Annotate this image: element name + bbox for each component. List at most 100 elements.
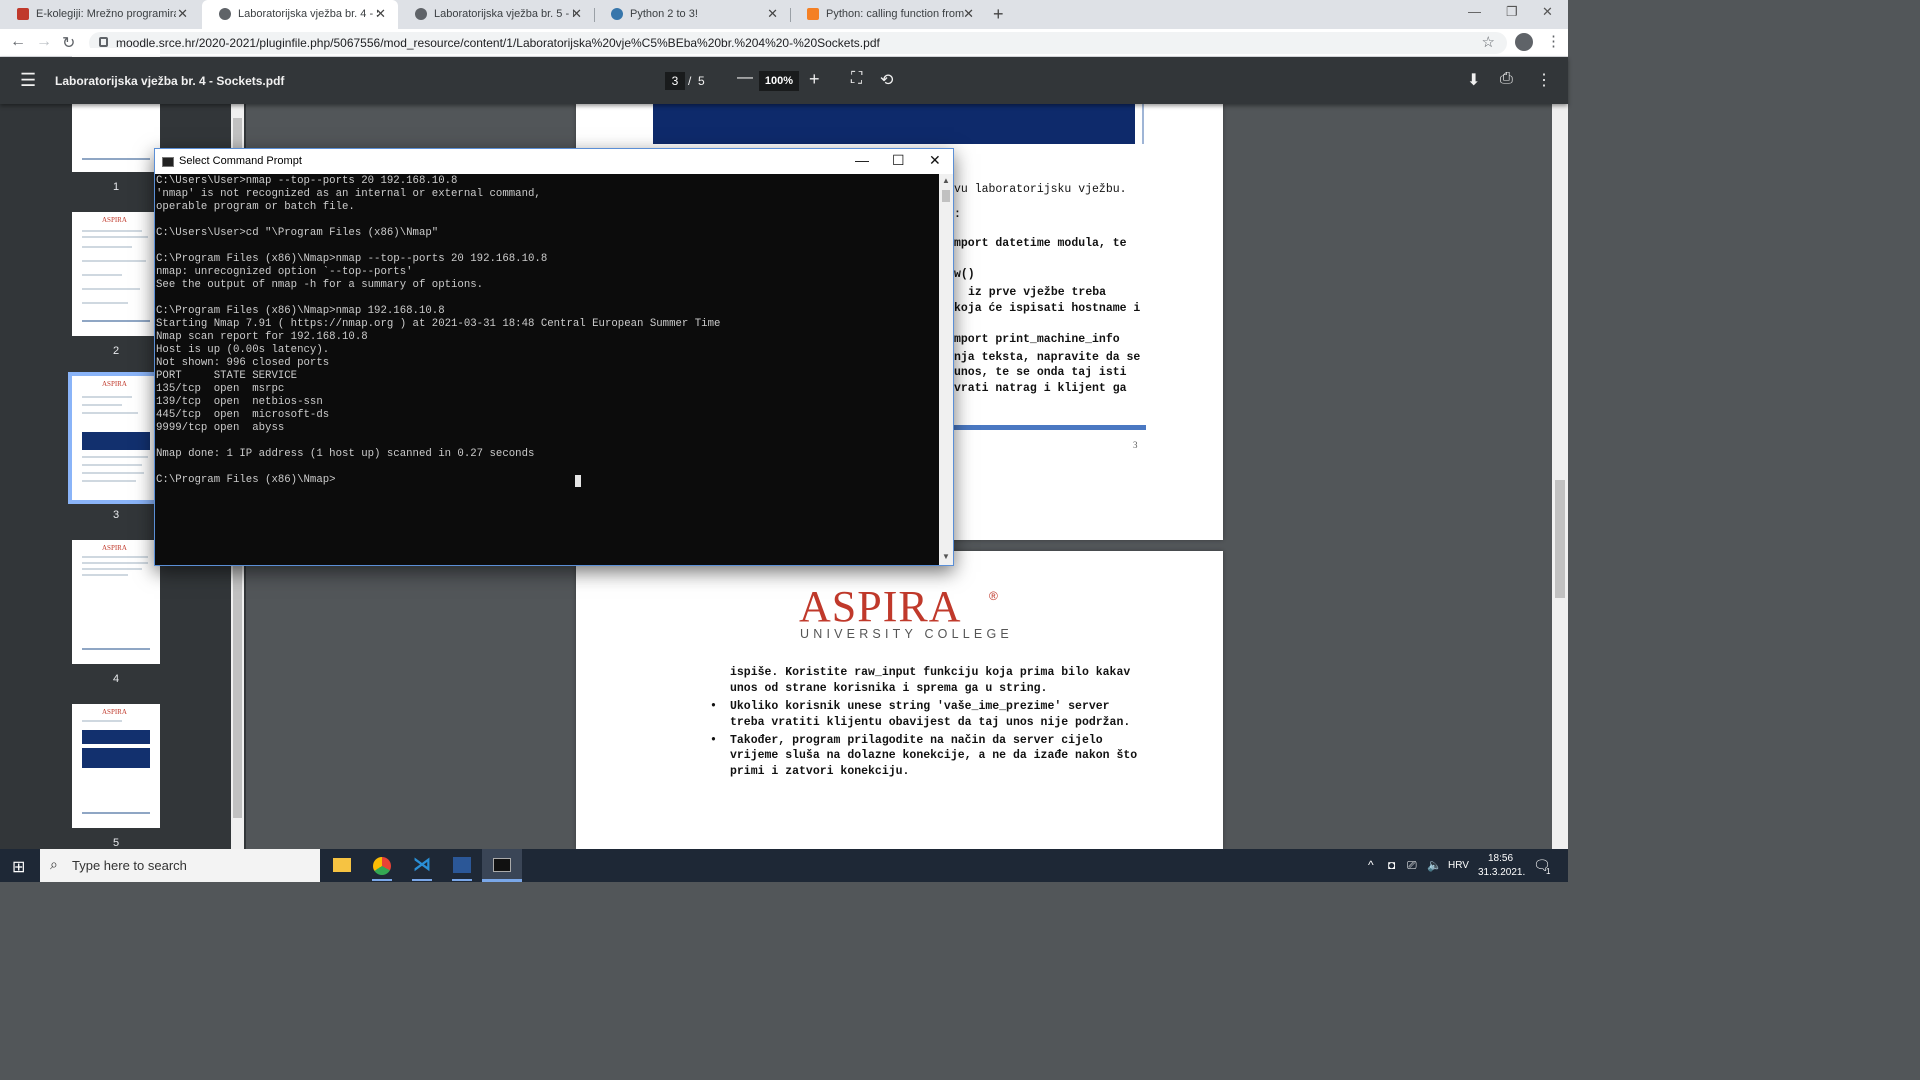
page3-text-line: nja teksta, napravite da se <box>954 351 1141 364</box>
powershell-app[interactable] <box>442 849 482 882</box>
cmd-window-title: Select Command Prompt <box>179 155 302 167</box>
more-actions-icon[interactable]: ⋮ <box>1536 70 1552 90</box>
aspira-logo-thumb: ASPIRA <box>102 708 127 716</box>
cmd-icon <box>493 858 511 872</box>
zoom-level-input[interactable]: 100% <box>759 71 799 91</box>
text-cursor <box>575 475 581 487</box>
command-prompt-app[interactable] <box>482 849 522 882</box>
minimize-icon[interactable]: — <box>1468 4 1481 19</box>
vscode-app[interactable]: ⋊ <box>402 849 442 882</box>
page4-text-line: unos od strane korisnika i sprema ga u s… <box>730 682 1048 695</box>
windows-start-icon[interactable]: ⊞ <box>12 857 25 877</box>
file-explorer-app[interactable] <box>322 849 362 882</box>
rotate-icon[interactable]: ⟲ <box>880 70 893 90</box>
input-language[interactable]: HRV <box>1448 860 1469 871</box>
download-icon[interactable]: ⬇ <box>1467 70 1480 90</box>
bullet-line: vrijeme sluša na dolazne konekcije, a ne… <box>730 749 1138 762</box>
aspira-logo-thumb: ASPIRA <box>102 216 127 224</box>
page3-text-line: iz prve vježbe treba <box>968 286 1107 299</box>
scroll-down-icon[interactable]: ▼ <box>942 552 950 561</box>
windows-taskbar: ⊞ ⌕ Type here to search ⋊ ^ ◘ ⎚ 🔈 HRV 18… <box>0 849 1568 882</box>
aspira-logo-subtitle: UNIVERSITY COLLEGE <box>800 627 1013 641</box>
new-tab-icon[interactable]: + <box>993 4 1004 25</box>
browser-menu-icon[interactable]: ⋮ <box>1546 32 1561 50</box>
thumbnail-label: 1 <box>112 181 120 193</box>
scrollbar-thumb[interactable] <box>942 190 950 202</box>
tab-title: Laboratorijska vježba br. 4 - Sockets.pd… <box>238 8 378 20</box>
tab-title: E-kolegiji: Mrežno programiranje <box>36 8 176 20</box>
close-window-icon[interactable]: ✕ <box>1542 4 1553 20</box>
pdf-filename: Laboratorijska vježba br. 4 - Sockets.pd… <box>55 74 285 88</box>
thumbnail-page-2[interactable]: ASPIRA <box>72 212 160 336</box>
maximize-icon[interactable]: ☐ <box>892 152 905 169</box>
chrome-app[interactable] <box>362 849 402 882</box>
command-prompt-window[interactable]: Select Command Prompt — ☐ ✕ C:\Users\Use… <box>154 148 954 566</box>
tab-python-2-to-3[interactable]: Python 2 to 3! ✕ <box>594 0 790 29</box>
thumbnail-label: 2 <box>112 345 120 357</box>
close-tab-icon[interactable]: ✕ <box>571 6 582 22</box>
bookmark-star-icon[interactable]: ☆ <box>1482 33 1495 51</box>
close-tab-icon[interactable]: ✕ <box>767 6 778 22</box>
document-scrollbar[interactable] <box>1552 104 1568 849</box>
page4-text-line: ispiše. Koristite raw_input funkciju koj… <box>730 666 1131 679</box>
page3-text-line: mport datetime modula, te <box>954 237 1127 250</box>
thumbnail-page-5[interactable]: ASPIRA <box>72 704 160 828</box>
restore-icon[interactable]: ❐ <box>1506 4 1518 20</box>
profile-avatar-icon[interactable] <box>1515 33 1533 51</box>
tab-lab5[interactable]: Laboratorijska vježba br. 5 - Implementa… <box>398 0 594 29</box>
thumbnail-label: 5 <box>112 837 120 849</box>
meet-now-icon[interactable]: ◘ <box>1388 858 1395 872</box>
bullet-icon: • <box>710 700 717 713</box>
network-icon[interactable]: ⎚ <box>1407 858 1417 873</box>
thumbnail-page-3[interactable]: ASPIRA <box>68 372 164 504</box>
clock-time[interactable]: 18:56 <box>1488 853 1513 864</box>
page-number-input[interactable]: 3 <box>665 72 685 90</box>
code-block-border <box>1142 104 1144 144</box>
back-icon[interactable]: ← <box>10 33 26 51</box>
powershell-icon <box>453 857 471 873</box>
taskbar-search[interactable]: ⌕ Type here to search <box>40 849 320 882</box>
search-icon: ⌕ <box>50 856 58 872</box>
fit-to-page-icon[interactable]: ⛶ <box>851 70 862 88</box>
cmd-title-bar[interactable]: Select Command Prompt — ☐ ✕ <box>155 149 953 174</box>
tab-python-calling-function[interactable]: Python: calling function from imported f… <box>790 0 986 29</box>
vscode-icon: ⋊ <box>413 854 431 874</box>
cmd-app-icon <box>162 157 174 167</box>
page3-text-line: w() <box>954 268 975 281</box>
clock-date[interactable]: 31.3.2021. <box>1478 867 1525 878</box>
print-icon[interactable]: ⎙ <box>1500 70 1513 88</box>
url-text[interactable]: moodle.srce.hr/2020-2021/pluginfile.php/… <box>116 36 880 50</box>
close-tab-icon[interactable]: ✕ <box>375 6 386 22</box>
globe-icon <box>415 8 427 20</box>
bullet-line: Ukoliko korisnik unese string 'vaše_ime_… <box>730 700 1110 713</box>
zoom-out-icon[interactable]: — <box>737 69 753 87</box>
page-number: 3 <box>1133 440 1138 450</box>
thumbnail-page-4[interactable]: ASPIRA <box>72 540 160 664</box>
folder-icon <box>333 858 351 872</box>
bullet-line: treba vratiti klijentu obavijest da taj … <box>730 716 1131 729</box>
close-tab-icon[interactable]: ✕ <box>177 6 188 22</box>
volume-icon[interactable]: 🔈 <box>1427 858 1442 872</box>
tab-lab4-sockets[interactable]: Laboratorijska vježba br. 4 - Sockets.pd… <box>202 0 398 29</box>
zoom-in-icon[interactable]: + <box>809 69 820 90</box>
forward-icon[interactable]: → <box>36 33 52 51</box>
search-placeholder: Type here to search <box>72 858 187 873</box>
console-output[interactable]: C:\Users\User>nmap --top--ports 20 192.1… <box>155 174 939 565</box>
tab-title: Python: calling function from imported f… <box>826 8 966 20</box>
show-hidden-icons-icon[interactable]: ^ <box>1368 858 1374 872</box>
hamburger-menu-icon[interactable]: ☰ <box>20 70 36 91</box>
scroll-up-icon[interactable]: ▲ <box>942 176 950 185</box>
cmd-scrollbar[interactable]: ▲ ▼ <box>939 174 953 565</box>
tab-e-kolegiji[interactable]: E-kolegiji: Mrežno programiranje ✕ <box>0 0 200 29</box>
aspira-logo-thumb: ASPIRA <box>102 544 127 552</box>
scrollbar-thumb[interactable] <box>1555 480 1565 598</box>
notification-count: 1 <box>1546 867 1551 876</box>
address-bar[interactable]: moodle.srce.hr/2020-2021/pluginfile.php/… <box>89 32 1507 54</box>
pdf-toolbar: ☰ Laboratorijska vježba br. 4 - Sockets.… <box>0 57 1568 104</box>
moodle-favicon-icon <box>17 8 29 20</box>
close-icon[interactable]: ✕ <box>929 152 941 169</box>
minimize-icon[interactable]: — <box>855 152 869 168</box>
close-tab-icon[interactable]: ✕ <box>963 6 974 22</box>
chrome-icon <box>373 857 391 875</box>
footer-rule <box>954 425 1146 430</box>
